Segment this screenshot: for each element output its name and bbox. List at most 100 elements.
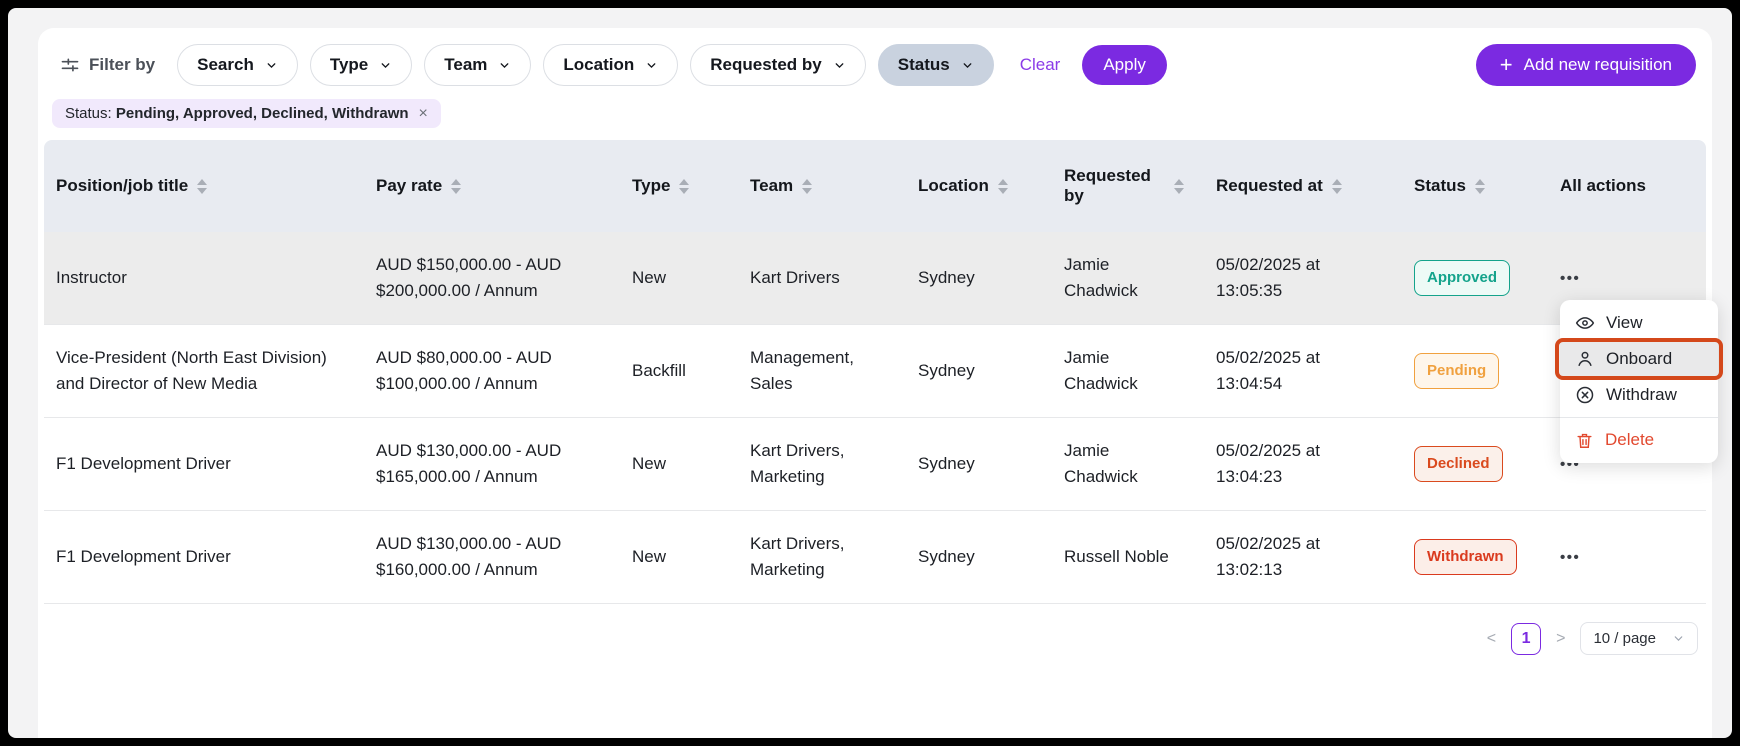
cell-location: Sydney	[902, 232, 1048, 325]
cell-pay-rate: AUD $80,000.00 - AUD $100,000.00 / Annum	[360, 325, 616, 418]
sort-icon[interactable]	[451, 179, 461, 194]
prev-page-button[interactable]: <	[1484, 630, 1499, 648]
cell-requested-at: 05/02/2025 at 13:04:23	[1200, 418, 1398, 511]
sort-icon[interactable]	[998, 179, 1008, 194]
cell-requested-at: 05/02/2025 at 13:05:35	[1200, 232, 1398, 325]
cell-position: F1 Development Driver	[44, 511, 360, 604]
cell-type: Backfill	[616, 325, 734, 418]
cell-requested-by: Jamie Chadwick	[1048, 325, 1200, 418]
menu-item-view[interactable]: View	[1560, 305, 1718, 341]
chevron-down-icon	[645, 59, 658, 72]
cell-type: New	[616, 418, 734, 511]
cell-requested-at: 05/02/2025 at 13:02:13	[1200, 511, 1398, 604]
clear-filters-link[interactable]: Clear	[1020, 55, 1061, 75]
chevron-down-icon	[265, 59, 278, 72]
requisitions-panel: Filter by Search Type Team Location Requ…	[38, 28, 1712, 738]
filter-by-label-group: Filter by	[60, 55, 155, 75]
status-badge: Approved	[1414, 260, 1510, 296]
filter-requested-by[interactable]: Requested by	[690, 44, 865, 86]
cell-team: Kart Drivers, Marketing	[734, 511, 902, 604]
app-background: Filter by Search Type Team Location Requ…	[8, 8, 1732, 738]
sort-icon[interactable]	[1475, 179, 1485, 194]
chip-values: Pending, Approved, Declined, Withdrawn	[116, 105, 409, 122]
filter-status[interactable]: Status	[878, 44, 994, 86]
menu-divider	[1560, 417, 1718, 418]
cell-position: Vice-President (North East Division) and…	[44, 325, 360, 418]
cell-requested-at: 05/02/2025 at 13:04:54	[1200, 325, 1398, 418]
cell-position: F1 Development Driver	[44, 418, 360, 511]
close-icon[interactable]: ×	[419, 106, 428, 122]
filter-bar: Filter by Search Type Team Location Requ…	[38, 28, 1712, 86]
chip-prefix: Status:	[65, 105, 112, 122]
add-new-requisition-button[interactable]: + Add new requisition	[1476, 44, 1696, 86]
col-requested-at[interactable]: Requested at	[1200, 140, 1398, 232]
cell-position: Instructor	[44, 232, 360, 325]
table-row[interactable]: F1 Development Driver AUD $130,000.00 - …	[44, 418, 1706, 511]
filter-by-label: Filter by	[89, 55, 155, 75]
chevron-down-icon	[833, 59, 846, 72]
status-badge: Pending	[1414, 353, 1499, 389]
col-status[interactable]: Status	[1398, 140, 1544, 232]
sort-icon[interactable]	[802, 179, 812, 194]
menu-item-withdraw[interactable]: Withdraw	[1560, 377, 1718, 413]
chevron-down-icon	[961, 59, 974, 72]
cell-team: Kart Drivers	[734, 232, 902, 325]
col-team[interactable]: Team	[734, 140, 902, 232]
table-row[interactable]: Vice-President (North East Division) and…	[44, 325, 1706, 418]
sliders-icon	[60, 55, 80, 75]
cell-pay-rate: AUD $130,000.00 - AUD $160,000.00 / Annu…	[360, 511, 616, 604]
menu-item-onboard[interactable]: Onboard	[1560, 341, 1718, 377]
sort-icon[interactable]	[679, 179, 689, 194]
sort-icon[interactable]	[1174, 179, 1184, 194]
status-badge: Declined	[1414, 446, 1503, 482]
col-pay-rate[interactable]: Pay rate	[360, 140, 616, 232]
col-position[interactable]: Position/job title	[44, 140, 360, 232]
cell-requested-by: Jamie Chadwick	[1048, 232, 1200, 325]
filter-location[interactable]: Location	[543, 44, 678, 86]
status-filter-chip: Status: Pending, Approved, Declined, Wit…	[52, 99, 441, 128]
row-actions-menu: View Onboard Withdraw Delete	[1560, 300, 1718, 463]
row-actions-ellipsis-icon[interactable]: •••	[1560, 270, 1580, 287]
requisitions-table: Position/job title Pay rate Type Team Lo…	[44, 140, 1706, 604]
person-icon	[1575, 349, 1595, 369]
cell-team: Kart Drivers, Marketing	[734, 418, 902, 511]
circle-x-icon	[1575, 385, 1595, 405]
cell-requested-by: Russell Noble	[1048, 511, 1200, 604]
col-type[interactable]: Type	[616, 140, 734, 232]
page-number-button[interactable]: 1	[1511, 623, 1541, 655]
filter-type[interactable]: Type	[310, 44, 412, 86]
status-badge: Withdrawn	[1414, 539, 1517, 575]
menu-item-delete[interactable]: Delete	[1560, 422, 1718, 458]
chevron-down-icon	[498, 59, 511, 72]
trash-icon	[1575, 431, 1594, 450]
cell-location: Sydney	[902, 325, 1048, 418]
cell-type: New	[616, 232, 734, 325]
chevron-down-icon	[1672, 632, 1685, 645]
cell-location: Sydney	[902, 511, 1048, 604]
sort-icon[interactable]	[197, 179, 207, 194]
cell-type: New	[616, 511, 734, 604]
cell-requested-by: Jamie Chadwick	[1048, 418, 1200, 511]
pagination: < 1 > 10 / page	[38, 604, 1712, 655]
sort-icon[interactable]	[1332, 179, 1342, 194]
plus-icon: +	[1500, 58, 1513, 72]
col-all-actions: All actions	[1544, 140, 1706, 232]
col-requested-by[interactable]: Requested by	[1048, 140, 1200, 232]
cell-team: Management, Sales	[734, 325, 902, 418]
cell-pay-rate: AUD $130,000.00 - AUD $165,000.00 / Annu…	[360, 418, 616, 511]
table-header: Position/job title Pay rate Type Team Lo…	[44, 140, 1706, 232]
apply-filters-button[interactable]: Apply	[1082, 45, 1167, 85]
table-row[interactable]: Instructor AUD $150,000.00 - AUD $200,00…	[44, 232, 1706, 325]
filter-search[interactable]: Search	[177, 44, 298, 86]
col-location[interactable]: Location	[902, 140, 1048, 232]
chevron-down-icon	[379, 59, 392, 72]
cell-pay-rate: AUD $150,000.00 - AUD $200,000.00 / Annu…	[360, 232, 616, 325]
row-actions-ellipsis-icon[interactable]: •••	[1560, 549, 1580, 566]
filter-team[interactable]: Team	[424, 44, 531, 86]
next-page-button[interactable]: >	[1553, 630, 1568, 648]
applied-filters-row: Status: Pending, Approved, Declined, Wit…	[38, 86, 1712, 128]
page-size-select[interactable]: 10 / page	[1580, 622, 1698, 655]
cell-location: Sydney	[902, 418, 1048, 511]
eye-icon	[1575, 313, 1595, 333]
table-row[interactable]: F1 Development Driver AUD $130,000.00 - …	[44, 511, 1706, 604]
